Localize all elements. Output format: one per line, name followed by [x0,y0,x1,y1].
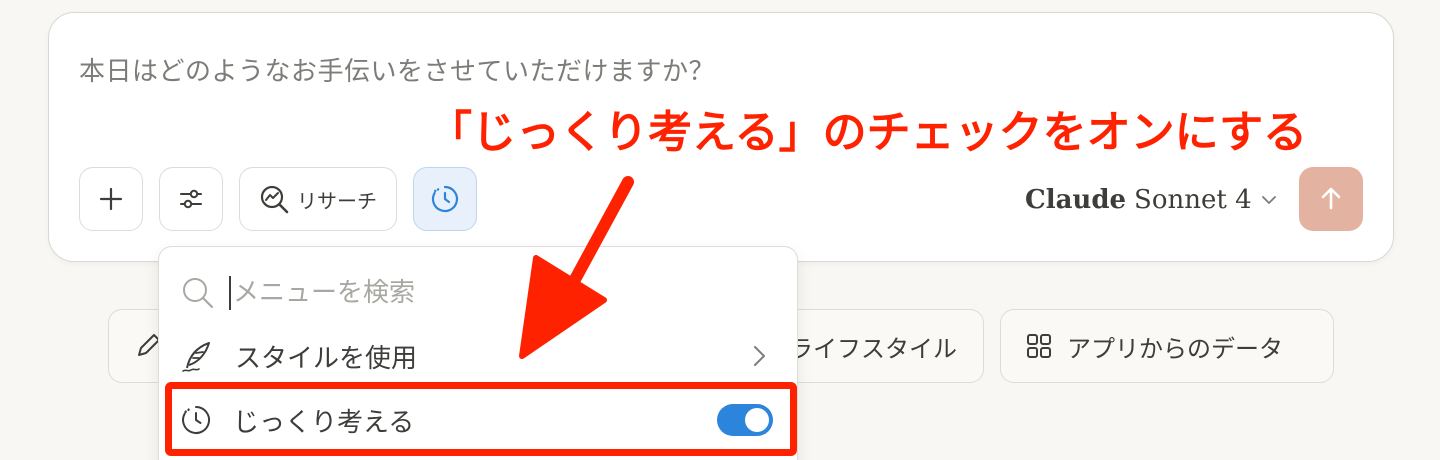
stage: 本日はどのようなお手伝いをさせていただけますか？ リサーチ Claude Son… [0,0,1440,460]
annotation-text: 「じっくり考える」のチェックをオンにする [428,107,1308,158]
annotation-arrow [519,176,634,359]
